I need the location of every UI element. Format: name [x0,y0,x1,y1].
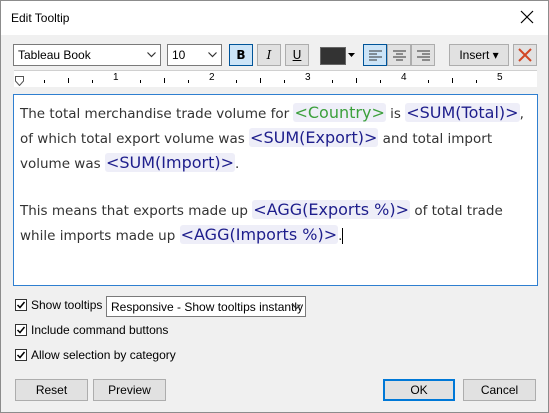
preview-button[interactable]: Preview [93,379,166,401]
allow-selection-label: Allow selection by category [31,348,176,362]
field-sum-total: <SUM(Total)> [405,103,520,122]
ruler-number: 2 [209,72,215,83]
font-name-select[interactable]: Tableau Book [13,44,161,66]
format-toolbar: Tableau Book 10 B I U Insert ▾ [13,44,538,68]
field-sum-export: <SUM(Export)> [249,128,379,147]
ruler-number: 1 [113,72,119,83]
field-agg-imports: <AGG(Imports %)> [179,225,339,244]
ruler-tick [68,78,69,83]
checkmark-icon [16,351,26,359]
ruler-tick [236,80,237,83]
tooltip-mode-select[interactable]: Responsive - Show tooltips instantly [106,296,306,317]
text-run: The total merchandise trade volume for [20,106,294,122]
align-center-button[interactable] [387,44,411,66]
title-bar: Edit Tooltip [1,1,548,35]
close-icon [518,48,532,62]
chevron-down-icon [147,52,156,58]
field-sum-import: <SUM(Import)> [104,153,236,172]
text-color-swatch [320,47,346,65]
include-command-buttons-label: Include command buttons [31,323,169,337]
field-agg-exports: <AGG(Exports %)> [252,200,411,219]
ruler-tick [188,80,189,83]
caret-down-icon [348,53,355,57]
ruler-number: 4 [401,72,407,83]
text-color-button[interactable] [319,44,357,66]
window-title: Edit Tooltip [11,11,70,25]
align-left-icon [369,50,382,61]
ruler-tick [44,80,45,83]
ok-button[interactable]: OK [383,379,455,401]
align-right-button[interactable] [411,44,435,66]
ruler-tick [284,80,285,83]
text-caret [342,228,344,244]
ruler-tick [140,80,141,83]
align-left-button[interactable] [363,44,387,66]
text-run: is [385,106,406,122]
ruler-tick [92,80,93,83]
text-run: This means that exports made up [20,203,253,219]
ruler-tick [356,78,357,83]
tooltip-mode-value: Responsive - Show tooltips instantly [111,300,304,314]
show-tooltips-label: Show tooltips [31,298,103,312]
align-right-icon [417,50,430,61]
ruler-tick [332,80,333,83]
ruler-tick [428,80,429,83]
chevron-down-icon [208,52,217,58]
cancel-button[interactable]: Cancel [463,379,536,401]
underline-button[interactable]: U [285,44,309,66]
checkbox-box [15,324,27,336]
ruler-tick [260,78,261,83]
italic-button[interactable]: I [257,44,281,66]
bold-button[interactable]: B [229,44,253,66]
ruler-number: 3 [305,72,311,83]
ruler-tick [380,80,381,83]
checkmark-icon [16,326,26,334]
close-icon[interactable] [515,5,539,29]
font-name-value: Tableau Book [18,48,91,62]
indent-marker-icon[interactable] [15,76,24,86]
reset-button[interactable]: Reset [15,379,88,401]
edit-tooltip-dialog: Edit Tooltip Tableau Book 10 B I U Inser… [0,0,549,413]
checkbox-box [15,349,27,361]
font-size-select[interactable]: 10 [167,44,222,66]
tooltip-text-editor[interactable]: The total merchandise trade volume for <… [13,94,538,286]
align-center-icon [393,50,406,61]
ruler-tick [476,80,477,83]
ruler: 1 2 3 4 5 [14,70,537,87]
ruler-tick [164,78,165,83]
font-size-value: 10 [172,48,186,62]
chevron-down-icon [292,304,301,310]
ruler-tick [452,78,453,83]
checkbox-box [15,299,27,311]
ruler-number: 5 [497,72,503,83]
text-run: . [235,156,240,172]
clear-formatting-button[interactable] [513,44,537,66]
paragraph-share: This means that exports made up <AGG(Exp… [20,198,531,248]
insert-menu-button[interactable]: Insert ▾ [449,44,509,66]
paragraph-summary: The total merchandise trade volume for <… [20,101,531,176]
field-country: <Country> [293,103,386,122]
checkmark-icon [16,301,26,309]
